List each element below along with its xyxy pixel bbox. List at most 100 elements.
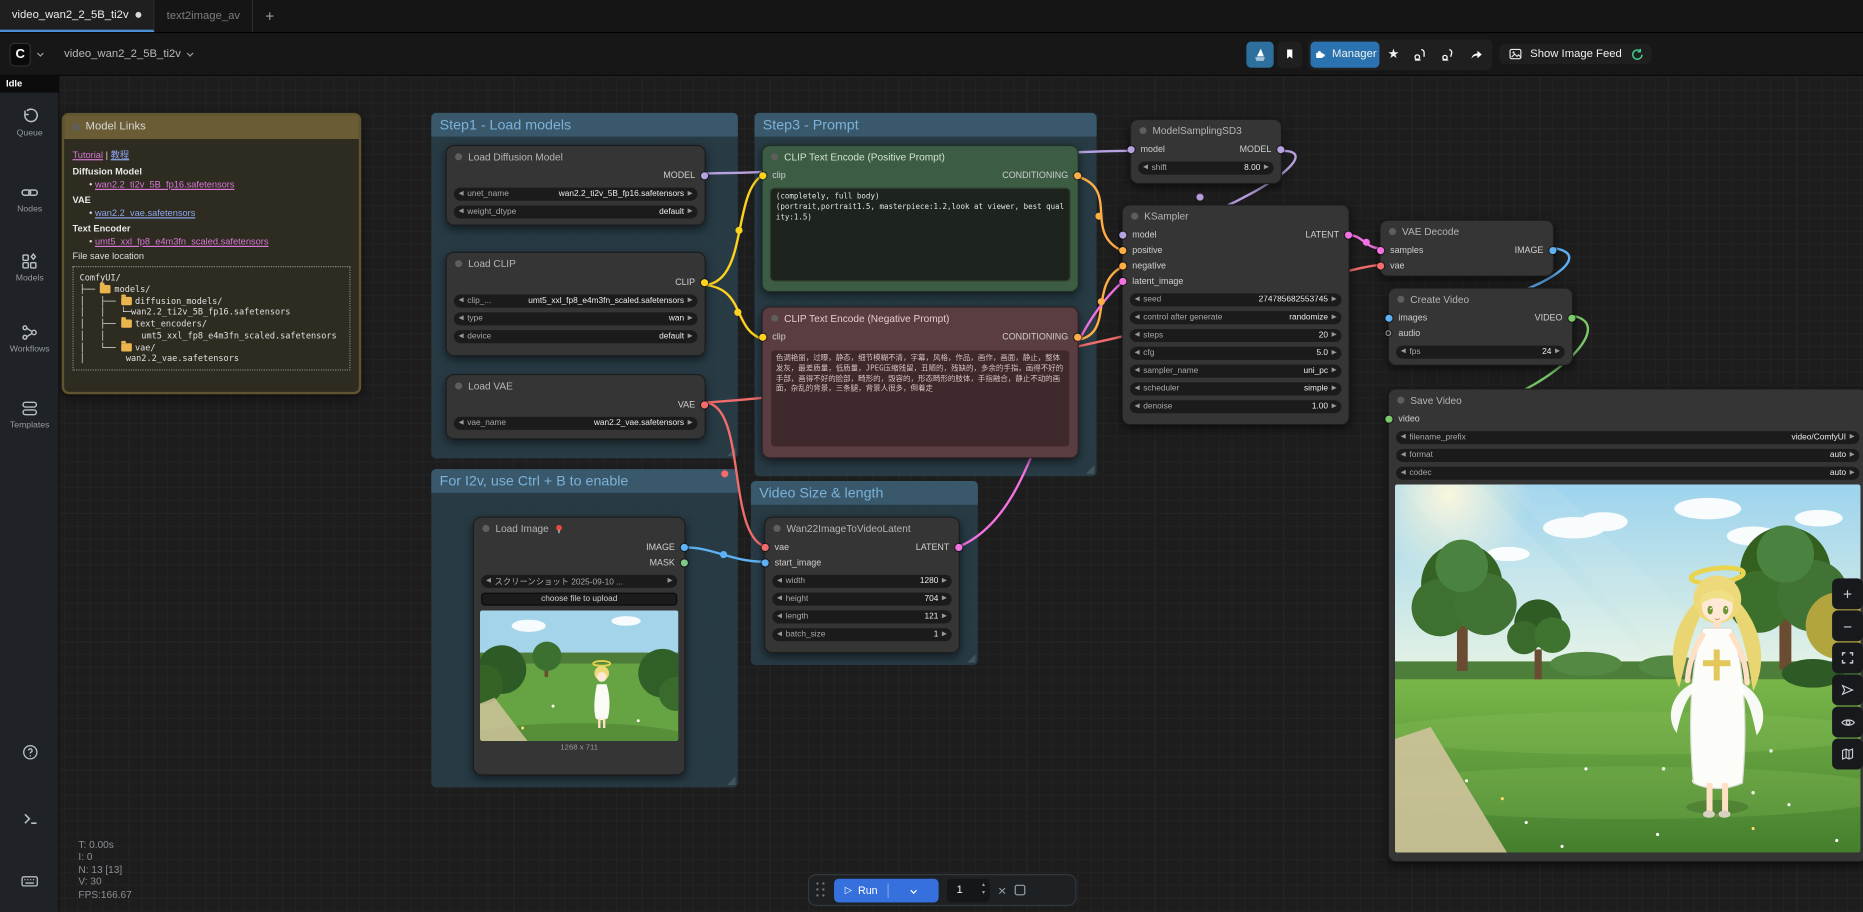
- input-port-samples[interactable]: [1377, 246, 1384, 253]
- collapse-dot[interactable]: [72, 124, 79, 131]
- widget-steps[interactable]: ◀steps20▶: [1130, 329, 1341, 342]
- input-port-audio[interactable]: [1385, 330, 1391, 336]
- sidebar-item-help[interactable]: [0, 743, 59, 761]
- widget-seed[interactable]: ◀seed274785682553745▶: [1130, 293, 1341, 306]
- batch-count-input[interactable]: 1 ▴▾: [947, 878, 990, 902]
- comfyui-logo[interactable]: C: [10, 42, 31, 66]
- collapse-dot[interactable]: [1139, 127, 1146, 134]
- group-video-size-title[interactable]: Video Size & length: [751, 481, 978, 505]
- widget-width[interactable]: ◀width1280▶: [772, 575, 951, 588]
- upload-button[interactable]: choose file to upload: [481, 593, 677, 606]
- positive-prompt-textarea[interactable]: (completely, full body) (portrait,portra…: [770, 188, 1071, 282]
- tutorial-link[interactable]: Tutorial: [72, 150, 103, 161]
- widget-image-file[interactable]: ◀スクリーンショット 2025-09-10 ...▶: [481, 575, 677, 588]
- output-port-conditioning[interactable]: [1074, 333, 1081, 340]
- collapse-dot[interactable]: [455, 153, 462, 160]
- output-port-image[interactable]: [1549, 246, 1556, 253]
- widget-length[interactable]: ◀length121▶: [772, 610, 951, 623]
- model-link[interactable]: umt5_xxl_fp8_e4m3fn_scaled.safetensors: [95, 236, 269, 247]
- sidebar-item-workflows[interactable]: Workflows: [0, 323, 59, 354]
- select-mode-button[interactable]: [1832, 675, 1863, 706]
- run-options-chevron-icon[interactable]: [910, 887, 917, 894]
- node-model-sampling-sd3[interactable]: ModelSamplingSD3 modelMODEL ◀shift8.00▶: [1130, 119, 1282, 184]
- group-step3-title[interactable]: Step3 - Prompt: [754, 113, 1096, 137]
- fit-view-button[interactable]: [1832, 642, 1863, 673]
- sidebar-item-nodes[interactable]: Nodes: [0, 183, 59, 214]
- collapse-dot[interactable]: [1397, 296, 1404, 303]
- node-load-vae[interactable]: Load VAE VAE ◀vae_namewan2.2_vae.safeten…: [446, 374, 706, 439]
- widget-filename-prefix[interactable]: ◀filename_prefixvideo/ComfyUI▶: [1396, 431, 1859, 444]
- output-port-vae[interactable]: [701, 401, 708, 408]
- stop-button[interactable]: [1015, 885, 1026, 896]
- node-wan22-image-to-video-latent[interactable]: Wan22ImageToVideoLatent vaeLATENT start_…: [764, 517, 960, 654]
- widget-shift[interactable]: ◀shift8.00▶: [1138, 162, 1273, 175]
- group-step1-title[interactable]: Step1 - Load models: [431, 113, 738, 137]
- minimap-button[interactable]: [1832, 739, 1863, 770]
- output-port-model[interactable]: [701, 172, 708, 179]
- widget-denoise[interactable]: ◀denoise1.00▶: [1130, 400, 1341, 413]
- graph-view-button[interactable]: [1246, 41, 1273, 67]
- widget-batch-size[interactable]: ◀batch_size1▶: [772, 628, 951, 641]
- save-video-preview[interactable]: [1395, 485, 1861, 853]
- share-button[interactable]: [1462, 41, 1489, 67]
- node-load-clip[interactable]: Load CLIP CLIP ◀clip_...umt5_xxl_fp8_e4m…: [446, 252, 706, 357]
- input-port-images[interactable]: [1385, 314, 1392, 321]
- output-port-latent[interactable]: [1345, 231, 1352, 238]
- tab-video-wan2-2-5b-ti2v[interactable]: video_wan2_2_5B_ti2v: [0, 0, 155, 32]
- toggle-visibility-button[interactable]: [1832, 707, 1863, 738]
- widget-type[interactable]: ◀typewan▶: [454, 312, 698, 325]
- widget-clip-name[interactable]: ◀clip_...umt5_xxl_fp8_e4m3fn_scaled.safe…: [454, 295, 698, 308]
- node-create-video[interactable]: Create Video imagesVIDEO audio ◀fps24▶: [1388, 287, 1573, 365]
- logo-menu-chevron-icon[interactable]: [37, 49, 44, 56]
- node-load-diffusion-model[interactable]: Load Diffusion Model MODEL ◀unet_namewan…: [446, 145, 706, 226]
- input-port-model[interactable]: [1128, 145, 1135, 152]
- node-vae-decode[interactable]: VAE Decode samplesIMAGE vae: [1379, 220, 1554, 277]
- widget-scheduler[interactable]: ◀schedulersimple▶: [1130, 382, 1341, 395]
- sidebar-item-queue[interactable]: Queue: [0, 107, 59, 138]
- input-port-video[interactable]: [1385, 415, 1392, 422]
- collapse-dot[interactable]: [771, 153, 778, 160]
- vacuum-button-a[interactable]: [1408, 41, 1433, 67]
- collapse-dot[interactable]: [773, 525, 780, 532]
- widget-sampler-name[interactable]: ◀sampler_nameuni_pc▶: [1130, 365, 1341, 378]
- collapse-dot[interactable]: [1397, 397, 1404, 404]
- node-clip-text-encode-positive[interactable]: CLIP Text Encode (Positive Prompt) clipC…: [762, 145, 1079, 292]
- tutorial-cn-link[interactable]: 教程: [111, 150, 130, 161]
- collapse-dot[interactable]: [482, 525, 489, 532]
- node-save-video[interactable]: Save Video video ◀filename_prefixvideo/C…: [1388, 388, 1863, 862]
- collapse-dot[interactable]: [1131, 213, 1138, 220]
- collapse-dot[interactable]: [455, 260, 462, 267]
- run-button[interactable]: ▷ Run: [834, 878, 939, 902]
- input-port-model[interactable]: [1119, 231, 1126, 238]
- collapse-dot[interactable]: [1389, 228, 1396, 235]
- clear-queue-button[interactable]: ×: [998, 882, 1006, 899]
- output-port-image[interactable]: [681, 543, 688, 550]
- manager-button[interactable]: Manager: [1310, 41, 1379, 67]
- widget-unet-name[interactable]: ◀unet_namewan2.2_ti2v_5B_fp16.safetensor…: [454, 188, 698, 201]
- widget-height[interactable]: ◀height704▶: [772, 593, 951, 606]
- negative-prompt-textarea[interactable]: 色调艳丽，过曝，静态，细节模糊不清，字幕，风格，作品，画作，画面，静止，整体发灰…: [770, 349, 1071, 448]
- sidebar-item-shortcuts[interactable]: [0, 872, 59, 891]
- widget-weight-dtype[interactable]: ◀weight_dtypedefault▶: [454, 205, 698, 218]
- zoom-out-button[interactable]: −: [1832, 610, 1863, 641]
- output-port-mask[interactable]: [681, 559, 688, 566]
- output-port-clip[interactable]: [701, 278, 708, 285]
- zoom-in-button[interactable]: +: [1832, 578, 1863, 609]
- node-model-links-note[interactable]: Model Links Tutorial | 教程 Diffusion Mode…: [62, 113, 361, 394]
- output-port-model[interactable]: [1277, 145, 1284, 152]
- input-port-vae[interactable]: [762, 543, 769, 550]
- model-link[interactable]: wan2.2_vae.safetensors: [95, 208, 195, 219]
- favorites-button[interactable]: ★: [1382, 41, 1406, 67]
- widget-vae-name[interactable]: ◀vae_namewan2.2_vae.safetensors▶: [454, 417, 698, 430]
- workflow-chevron-icon[interactable]: [187, 49, 194, 56]
- sidebar-item-terminal[interactable]: [0, 810, 59, 828]
- input-port-clip[interactable]: [759, 172, 766, 179]
- node-load-image[interactable]: Load Image IMAGE MASK ◀スクリーンショット 2025-09…: [473, 517, 686, 776]
- group-i2v-title[interactable]: For I2v, use Ctrl + B to enable: [431, 469, 738, 493]
- output-port-video[interactable]: [1568, 314, 1575, 321]
- image-feed-toggle[interactable]: Show Image Feed: [1499, 44, 1651, 64]
- collapse-dot[interactable]: [771, 315, 778, 322]
- input-port-start-image[interactable]: [762, 559, 769, 566]
- widget-control-after-generate[interactable]: ◀control after generaterandomize▶: [1130, 311, 1341, 324]
- bookmark-button[interactable]: [1277, 41, 1302, 67]
